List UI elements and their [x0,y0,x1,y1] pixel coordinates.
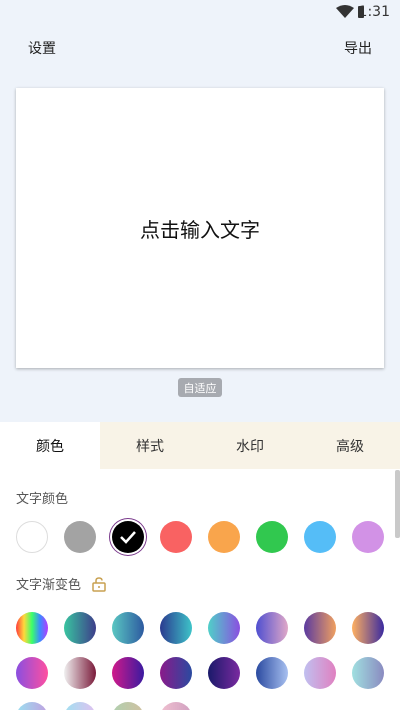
gradient-swatches-row-3 [16,702,384,710]
gradient-swatch[interactable] [64,657,96,689]
lock-icon [92,576,106,592]
tab-advanced[interactable]: 高级 [300,422,400,469]
color-swatch[interactable] [352,521,384,553]
text-color-title: 文字颜色 [16,488,68,507]
gradient-swatch[interactable] [208,612,240,644]
tab-bar: 颜色 样式 水印 高级 [0,422,400,469]
gradient-swatch[interactable] [160,612,192,644]
gradient-swatch[interactable] [64,702,96,710]
color-swatch[interactable] [208,521,240,553]
gradient-swatch[interactable] [208,657,240,689]
wifi-icon [336,5,354,18]
color-swatch[interactable] [112,521,144,553]
color-swatch[interactable] [160,521,192,553]
gradient-swatch[interactable] [112,612,144,644]
settings-button[interactable]: 设置 [28,38,56,58]
gradient-swatch[interactable] [112,702,144,710]
gradient-label: 文字渐变色 [16,578,82,593]
gradient-swatch[interactable] [64,612,96,644]
gradient-title: 文字渐变色 [16,574,107,593]
status-time: 1:31 [358,4,390,20]
gradient-swatch[interactable] [352,657,384,689]
color-swatch[interactable] [256,521,288,553]
gradient-swatch[interactable] [160,702,192,710]
gradient-swatch[interactable] [256,612,288,644]
canvas-placeholder: 点击输入文字 [140,217,260,242]
color-swatch[interactable] [16,521,48,553]
scrollbar[interactable] [395,470,400,538]
status-bar: 1:31 [0,0,400,26]
tab-watermark[interactable]: 水印 [200,422,300,469]
gradient-swatch[interactable] [160,657,192,689]
gradient-swatches-row-2 [16,657,384,689]
text-color-swatches [16,521,384,553]
check-icon [120,531,136,544]
gradient-swatch[interactable] [352,612,384,644]
gradient-swatch[interactable] [304,657,336,689]
tab-color[interactable]: 颜色 [0,422,100,469]
color-swatch[interactable] [64,521,96,553]
gradient-swatch[interactable] [16,702,48,710]
adapt-button[interactable]: 自适应 [178,378,222,397]
tab-style[interactable]: 样式 [100,422,200,469]
gradient-swatches-row-1 [16,612,384,644]
export-button[interactable]: 导出 [344,38,372,58]
gradient-swatch[interactable] [112,657,144,689]
style-panel: 颜色 样式 水印 高级 文字颜色 文字渐变色 [0,422,400,710]
gradient-swatch[interactable] [304,612,336,644]
text-canvas[interactable]: 点击输入文字 [16,88,384,368]
gradient-swatch[interactable] [16,657,48,689]
gradient-swatch[interactable] [16,612,48,644]
gradient-swatch[interactable] [256,657,288,689]
text-color-label: 文字颜色 [16,492,69,507]
color-swatch[interactable] [304,521,336,553]
